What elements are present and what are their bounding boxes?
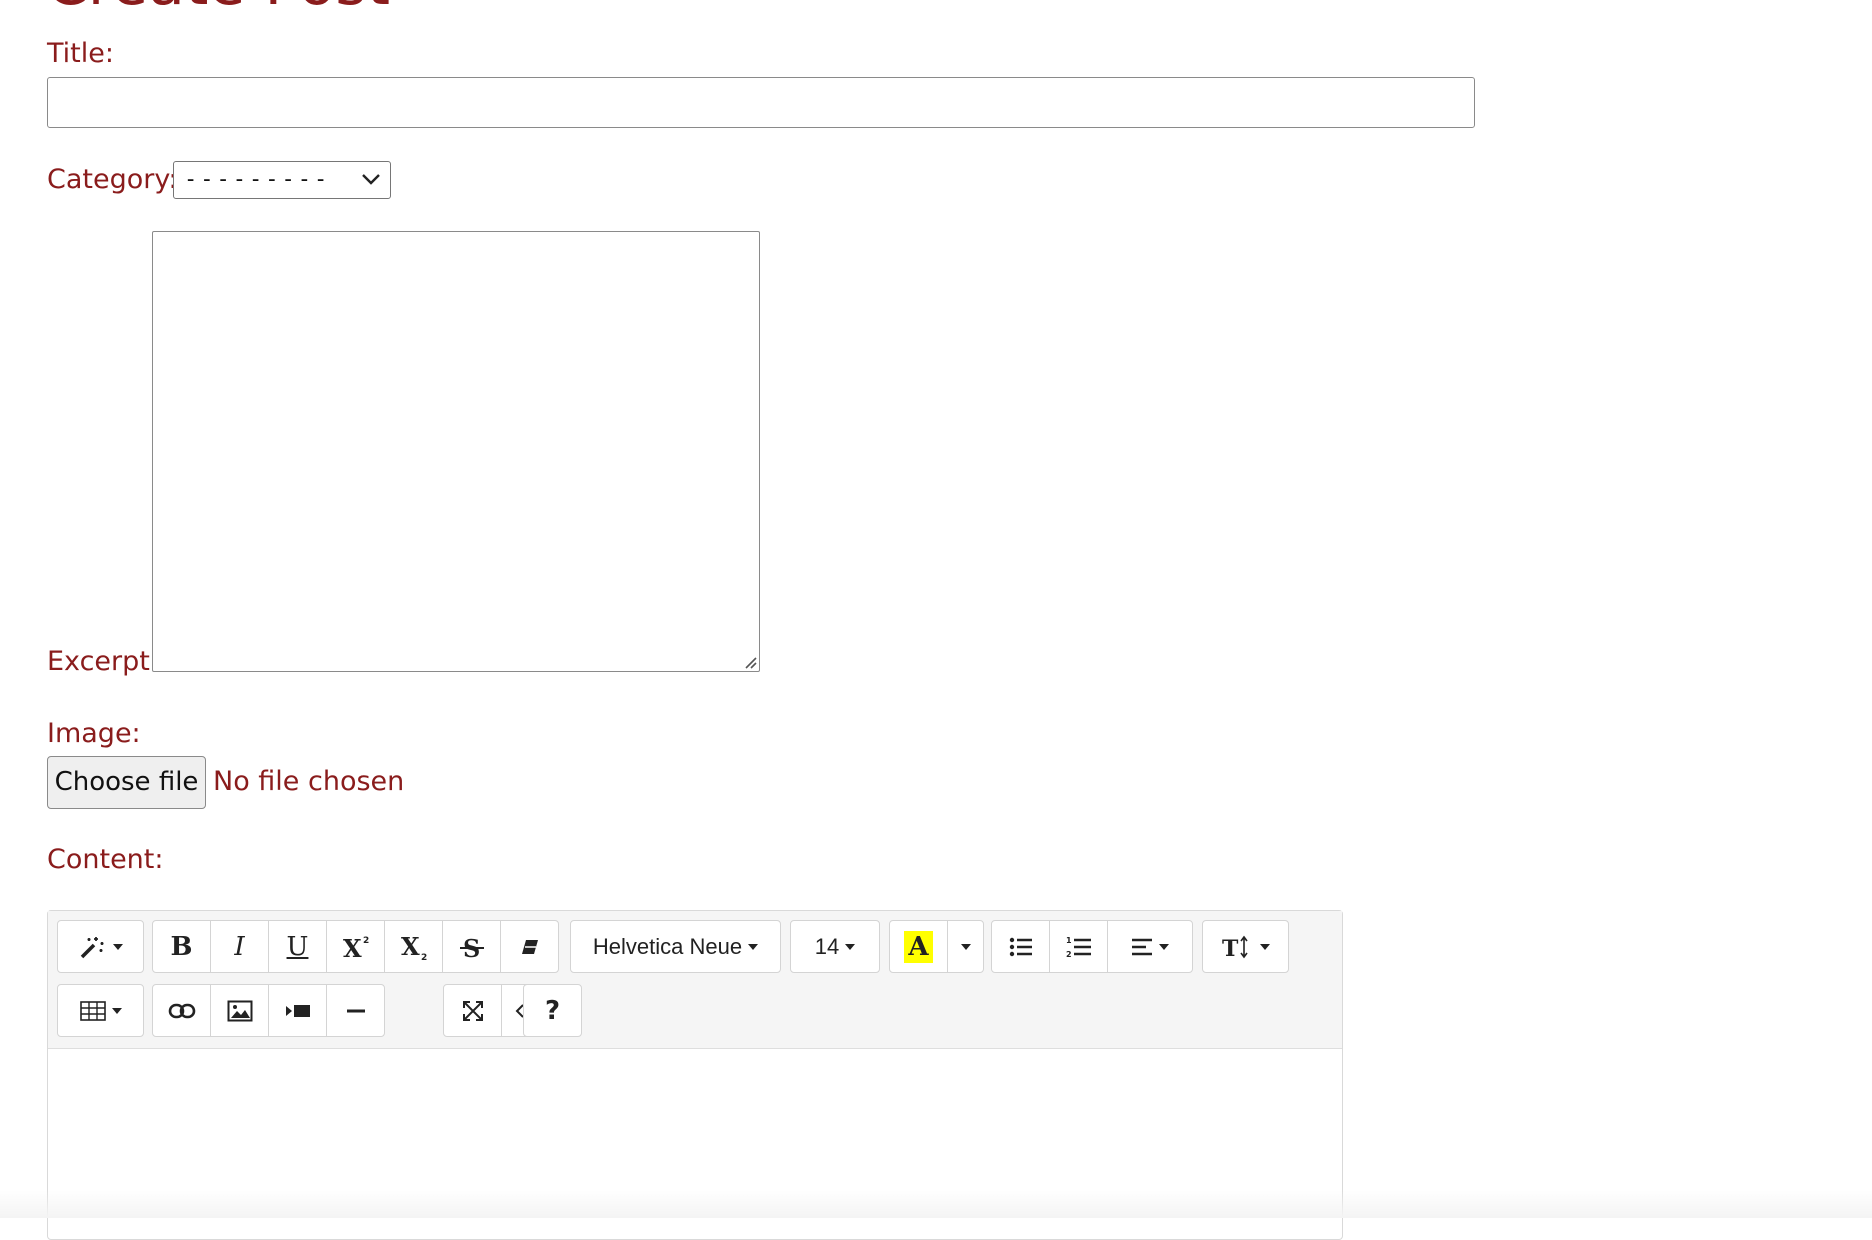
picture-icon xyxy=(227,1000,252,1021)
svg-text:X: X xyxy=(401,933,420,961)
table-group xyxy=(57,984,144,1037)
viewport-bottom-shade xyxy=(0,1190,1872,1218)
magic-wand-icon xyxy=(80,936,103,958)
insert-group xyxy=(152,984,385,1037)
link-icon xyxy=(168,1003,195,1018)
strikethrough-icon: S xyxy=(459,934,484,961)
font-size-group: 14 xyxy=(790,920,880,973)
fullscreen-button[interactable] xyxy=(443,984,502,1037)
image-label: Image: xyxy=(47,718,141,749)
horizontal-rule-button[interactable] xyxy=(326,984,385,1037)
strikethrough-button[interactable]: S xyxy=(442,920,501,973)
superscript-button[interactable]: X2 xyxy=(326,920,385,973)
ordered-list-icon: 12 xyxy=(1066,936,1091,959)
clear-format-button[interactable] xyxy=(500,920,559,973)
color-dropdown-button[interactable] xyxy=(947,920,984,973)
file-status: No file chosen xyxy=(213,766,405,797)
bold-button[interactable]: B xyxy=(152,920,211,973)
font-family-group: Helvetica Neue xyxy=(570,920,781,973)
help-icon: ? xyxy=(544,995,561,1026)
svg-text:T: T xyxy=(1222,936,1239,960)
chevron-down-icon xyxy=(362,174,380,185)
color-group: A xyxy=(889,920,984,973)
svg-text:X: X xyxy=(343,934,362,961)
svg-text:2: 2 xyxy=(363,936,369,946)
help-button[interactable]: ? xyxy=(523,984,582,1037)
choose-file-button[interactable]: Choose file xyxy=(47,756,206,809)
font-style-group: B I U X2 X2 S xyxy=(152,920,559,973)
italic-icon: I xyxy=(234,931,245,962)
category-select[interactable]: --------- xyxy=(173,161,391,199)
align-dropdown[interactable] xyxy=(1107,920,1193,973)
line-height-dropdown[interactable]: T xyxy=(1202,920,1289,973)
underline-button[interactable]: U xyxy=(268,920,327,973)
paragraph-group: 12 xyxy=(991,920,1193,973)
underline-icon: U xyxy=(286,931,309,962)
horizontal-rule-icon xyxy=(346,1009,365,1012)
category-label: Category: xyxy=(47,164,178,195)
title-input[interactable] xyxy=(47,77,1475,128)
font-family-value: Helvetica Neue xyxy=(592,933,743,959)
editor-toolbar: B I U X2 X2 S Helvetica Neue 14 A 1 2 T … xyxy=(48,911,1342,1049)
excerpt-label: Excerpt: xyxy=(47,646,159,677)
link-button[interactable] xyxy=(152,984,211,1037)
bold-icon: B xyxy=(170,931,193,962)
ordered-list-button[interactable]: 12 xyxy=(1049,920,1108,973)
align-icon xyxy=(1132,938,1152,955)
table-dropdown[interactable] xyxy=(57,984,144,1037)
style-button[interactable] xyxy=(57,920,144,973)
video-button[interactable] xyxy=(268,984,327,1037)
eraser-icon xyxy=(521,939,538,954)
height-group: T xyxy=(1202,920,1289,973)
page-title: Create Post xyxy=(46,0,390,14)
unordered-list-button[interactable] xyxy=(991,920,1050,973)
subscript-button[interactable]: X2 xyxy=(384,920,443,973)
font-family-dropdown[interactable]: Helvetica Neue xyxy=(570,920,781,973)
font-size-value: 14 xyxy=(814,933,840,959)
superscript-icon: X2 xyxy=(343,934,369,961)
line-height-icon: T xyxy=(1222,935,1248,960)
subscript-icon: X2 xyxy=(401,933,427,961)
highlight-icon: A xyxy=(904,930,933,963)
svg-text:2: 2 xyxy=(421,953,427,961)
title-label: Title: xyxy=(47,38,114,69)
resize-grip-icon[interactable] xyxy=(741,653,757,669)
style-group xyxy=(57,920,144,973)
table-icon xyxy=(79,1000,106,1021)
unordered-list-icon xyxy=(1009,937,1032,956)
font-size-dropdown[interactable]: 14 xyxy=(790,920,880,973)
category-selected-value: --------- xyxy=(184,167,331,192)
content-label: Content: xyxy=(47,844,164,875)
picture-button[interactable] xyxy=(210,984,269,1037)
help-group: ? xyxy=(523,984,582,1037)
italic-button[interactable]: I xyxy=(210,920,269,973)
highlight-button[interactable]: A xyxy=(889,920,948,973)
fullscreen-icon xyxy=(462,1000,483,1021)
excerpt-textarea[interactable] xyxy=(152,231,760,672)
svg-text:2: 2 xyxy=(1066,950,1072,959)
svg-text:1: 1 xyxy=(1066,936,1072,945)
video-icon xyxy=(285,1004,310,1017)
